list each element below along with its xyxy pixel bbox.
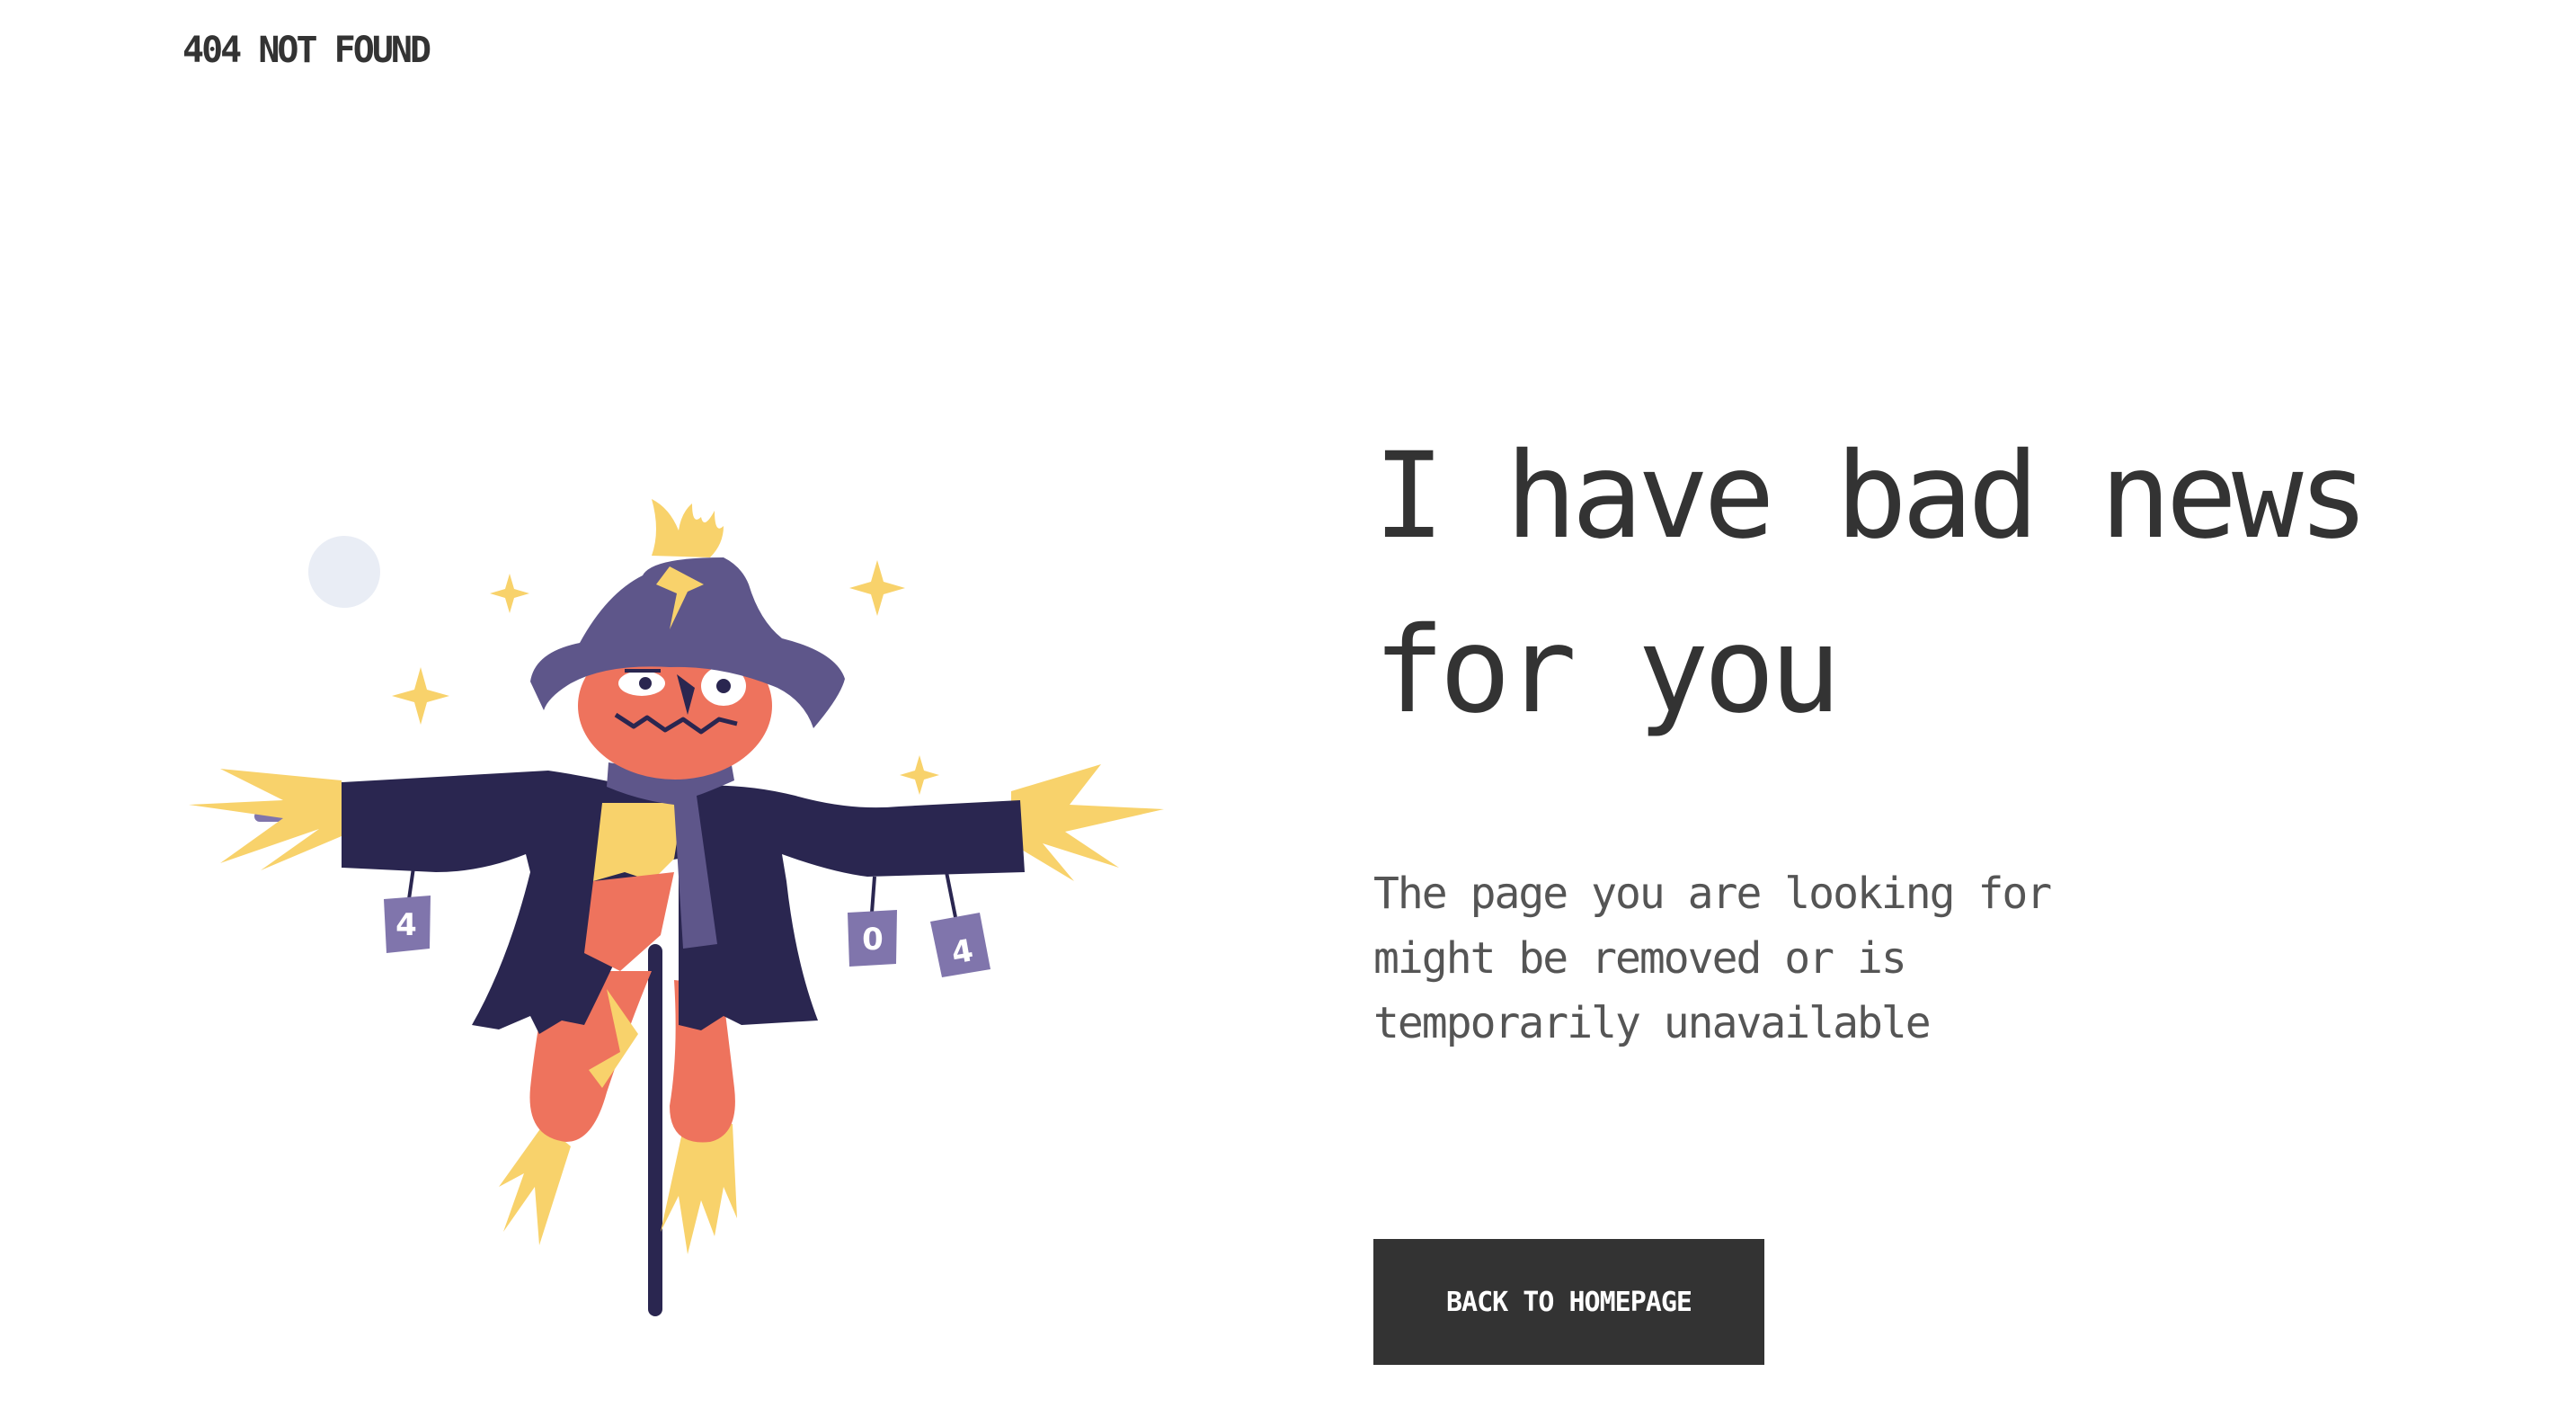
back-to-homepage-button[interactable]: BACK TO HOMEPAGE	[1373, 1239, 1764, 1365]
can-middle: 0	[848, 876, 897, 967]
right-hand-straw	[1011, 764, 1164, 881]
svg-text:4: 4	[395, 907, 417, 943]
scarecrow-shirt	[593, 803, 683, 881]
can-left: 4	[384, 867, 431, 953]
scarecrow-pole	[648, 944, 662, 1316]
leg-straw	[499, 1124, 737, 1254]
scarecrow-illustration: 4 0 4	[189, 499, 1164, 1316]
page-label: 404 NOT FOUND	[182, 30, 431, 71]
can-right: 4	[930, 871, 990, 977]
svg-text:0: 0	[862, 922, 884, 958]
error-message: The page you are looking for might be re…	[1373, 869, 2052, 1048]
moon-icon	[308, 536, 380, 608]
page-headline: I have bad news for you	[1373, 427, 2369, 740]
hat-straw	[652, 499, 724, 557]
